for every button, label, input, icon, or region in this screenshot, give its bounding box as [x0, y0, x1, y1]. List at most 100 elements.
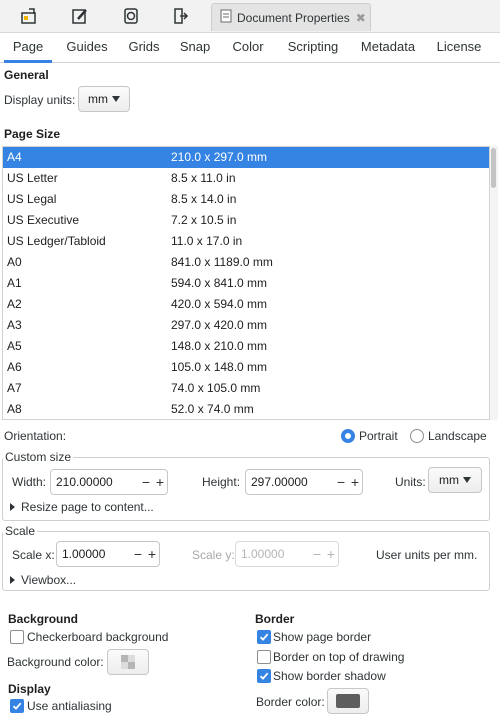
page-size-dimensions: 594.0 x 841.0 mm [171, 276, 268, 290]
background-heading: Background [8, 612, 79, 626]
width-value: 210.00000 [56, 475, 113, 489]
custom-size-heading: Custom size [3, 450, 74, 464]
edit-path-icon[interactable] [68, 5, 92, 27]
list-item[interactable]: US Ledger/Tabloid 11.0 x 17.0 in [3, 231, 489, 252]
viewbox-label: Viewbox... [21, 573, 77, 587]
resize-to-content-expander[interactable]: Resize page to content... [10, 500, 154, 514]
checkerboard-label[interactable]: Checkerboard background [27, 630, 168, 644]
checkerboard-checkbox[interactable] [10, 630, 24, 644]
list-item[interactable]: US Legal 8.5 x 14.0 in [3, 189, 489, 210]
height-input[interactable]: 297.00000 − + [245, 469, 363, 495]
page-size-heading: Page Size [4, 127, 61, 141]
page-size-dimensions: 297.0 x 420.0 mm [171, 318, 268, 332]
list-item[interactable]: A6 105.0 x 148.0 mm [3, 357, 489, 378]
page-size-scrollbar[interactable] [490, 146, 498, 420]
scale-x-decrement-button[interactable]: − [131, 542, 145, 566]
scrollbar-thumb[interactable] [491, 148, 496, 188]
export-icon[interactable] [168, 5, 192, 27]
close-icon[interactable]: ✖ [356, 11, 366, 25]
page-size-dimensions: 148.0 x 210.0 mm [171, 339, 268, 353]
width-decrement-button[interactable]: − [139, 470, 153, 494]
units-dropdown[interactable]: mm [428, 467, 482, 493]
page-size-dimensions: 210.0 x 297.0 mm [171, 150, 268, 164]
page-size-name: US Ledger/Tabloid [7, 234, 106, 248]
tab-snap[interactable]: Snap [176, 33, 214, 63]
portrait-label[interactable]: Portrait [359, 429, 398, 443]
tab-page[interactable]: Page [4, 33, 52, 63]
list-item[interactable]: A5 148.0 x 210.0 mm [3, 336, 489, 357]
border-on-top-label[interactable]: Border on top of drawing [273, 650, 404, 664]
page-size-name: A8 [7, 402, 22, 416]
list-item[interactable]: A1 594.0 x 841.0 mm [3, 273, 489, 294]
document-properties-icon[interactable] [17, 5, 41, 27]
dock-tab-document-properties[interactable]: Document Properties ✖ [211, 3, 371, 31]
page-size-dimensions: 52.0 x 74.0 mm [171, 402, 254, 416]
page-size-name: A2 [7, 297, 22, 311]
portrait-radio[interactable] [341, 429, 355, 443]
notebook-tabs: Page Guides Grids Snap Color Scripting M… [0, 33, 500, 63]
width-increment-button[interactable]: + [153, 470, 167, 494]
tab-guides[interactable]: Guides [62, 33, 112, 63]
tab-color[interactable]: Color [228, 33, 268, 63]
units-value: mm [439, 473, 459, 487]
page-size-name: US Executive [7, 213, 80, 227]
list-item[interactable]: A4 210.0 x 297.0 mm [3, 147, 489, 168]
viewbox-expander[interactable]: Viewbox... [10, 573, 76, 587]
chevron-right-icon [10, 503, 15, 511]
scale-y-decrement-button: − [312, 546, 322, 562]
page-size-name: US Letter [7, 171, 58, 185]
background-color-button[interactable] [107, 649, 149, 675]
checkmark-icon [12, 702, 22, 710]
landscape-radio[interactable] [410, 429, 424, 443]
border-shadow-label[interactable]: Show border shadow [273, 669, 386, 683]
page-size-dimensions: 11.0 x 17.0 in [171, 234, 243, 248]
scale-x-label: Scale x: [12, 548, 55, 562]
landscape-label[interactable]: Landscape [428, 429, 487, 443]
show-border-label[interactable]: Show page border [273, 630, 371, 644]
list-item[interactable]: US Executive 7.2 x 10.5 in [3, 210, 489, 231]
scale-x-input[interactable]: 1.00000 − + [56, 541, 160, 567]
display-heading: Display [8, 682, 51, 696]
transparent-swatch-icon [121, 655, 135, 669]
page-size-list[interactable]: A4 210.0 x 297.0 mm US Letter 8.5 x 11.0 i… [2, 146, 490, 420]
height-label: Height: [202, 475, 241, 489]
antialiasing-label[interactable]: Use antialiasing [27, 699, 112, 713]
tab-scripting[interactable]: Scripting [282, 33, 344, 63]
antialiasing-checkbox[interactable] [10, 699, 24, 713]
list-item[interactable]: A8 52.0 x 74.0 mm [3, 399, 489, 419]
list-item[interactable]: A7 74.0 x 105.0 mm [3, 378, 489, 399]
show-border-checkbox[interactable] [257, 630, 271, 644]
scale-x-increment-button[interactable]: + [145, 542, 159, 566]
width-input[interactable]: 210.00000 − + [50, 469, 168, 495]
chevron-right-icon [10, 576, 15, 584]
tab-metadata[interactable]: Metadata [356, 33, 420, 63]
dock-tab-title: Document Properties [237, 10, 350, 25]
page-size-name: A7 [7, 381, 22, 395]
list-item[interactable]: A0 841.0 x 1189.0 mm [3, 252, 489, 273]
border-shadow-checkbox[interactable] [257, 669, 271, 683]
height-decrement-button[interactable]: − [334, 470, 348, 494]
display-units-dropdown[interactable]: mm [78, 86, 130, 112]
border-color-swatch [336, 694, 360, 708]
tab-grids[interactable]: Grids [124, 33, 164, 63]
page-size-dimensions: 105.0 x 148.0 mm [171, 360, 268, 374]
chevron-down-icon [463, 477, 471, 483]
page-size-dimensions: 74.0 x 105.0 mm [171, 381, 261, 395]
checkmark-icon [259, 672, 269, 680]
document-icon [220, 9, 232, 26]
list-item[interactable]: A2 420.0 x 594.0 mm [3, 294, 489, 315]
chevron-down-icon [112, 96, 120, 102]
border-heading: Border [255, 612, 295, 626]
list-item[interactable]: US Letter 8.5 x 11.0 in [3, 168, 489, 189]
clone-icon[interactable] [119, 5, 143, 27]
page-size-dimensions: 420.0 x 594.0 mm [171, 297, 268, 311]
height-increment-button[interactable]: + [348, 470, 362, 494]
page-size-name: A6 [7, 360, 22, 374]
tab-license[interactable]: License [432, 33, 486, 63]
page-size-name: A5 [7, 339, 22, 353]
border-color-button[interactable] [327, 688, 369, 714]
scale-y-value: 1.00000 [241, 547, 285, 561]
list-item[interactable]: A3 297.0 x 420.0 mm [3, 315, 489, 336]
border-on-top-checkbox[interactable] [257, 650, 271, 664]
page-size-name: A3 [7, 318, 22, 332]
